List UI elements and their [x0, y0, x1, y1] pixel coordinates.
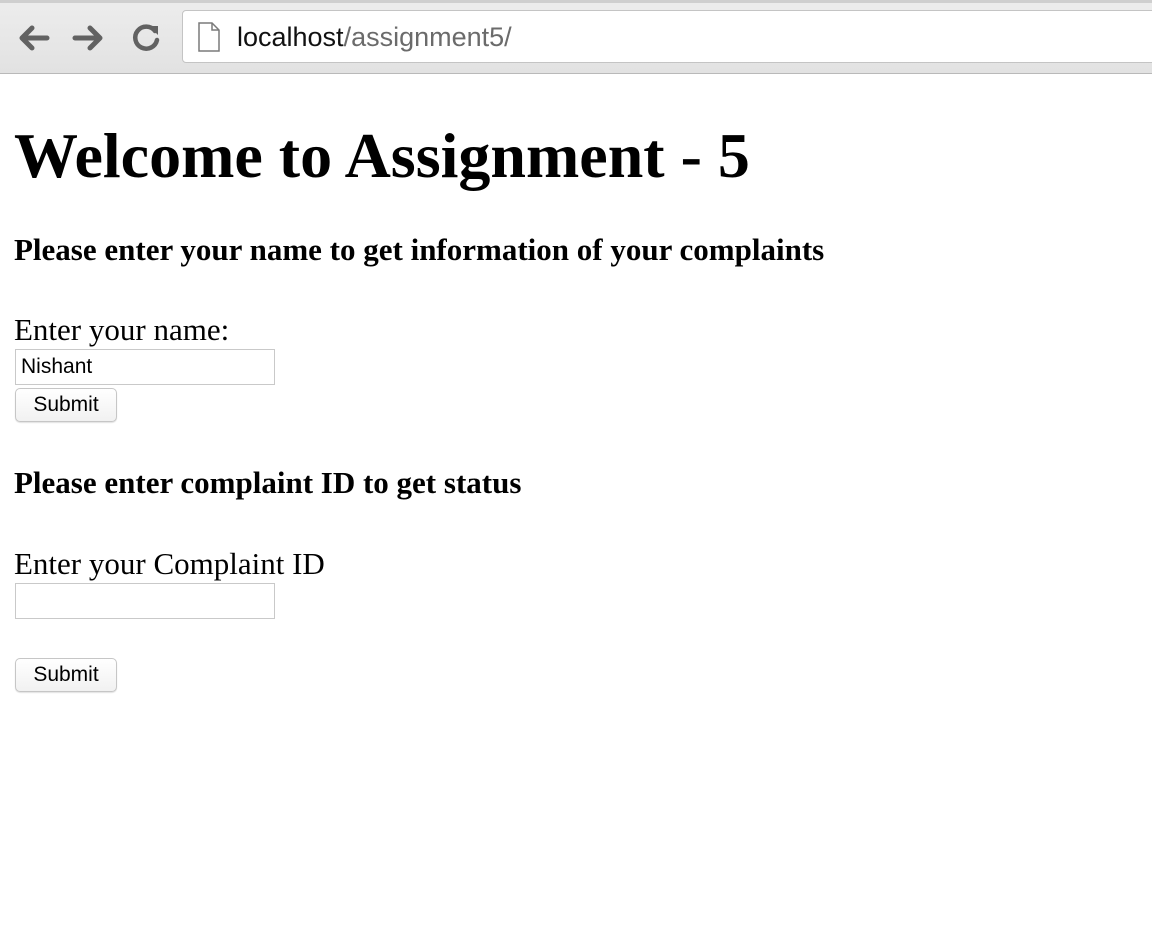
url-path: /assignment5/	[343, 22, 512, 52]
url-text: localhost/assignment5/	[237, 21, 512, 53]
tab-strip	[0, 0, 1152, 3]
browser-toolbar: localhost/assignment5/	[0, 0, 1152, 74]
back-button[interactable]	[15, 20, 51, 56]
reload-icon	[133, 24, 160, 51]
reload-button[interactable]	[128, 20, 164, 56]
complaint-id-label: Enter your Complaint ID	[14, 546, 325, 581]
forward-arrow-icon	[72, 25, 103, 51]
complaint-id-input[interactable]	[15, 583, 275, 619]
complaint-section-heading: Please enter complaint ID to get status	[14, 465, 522, 500]
url-host: localhost	[237, 22, 344, 52]
name-label: Enter your name:	[14, 312, 230, 347]
address-bar[interactable]: localhost/assignment5/	[182, 10, 1152, 63]
page-title: Welcome to Assignment - 5	[14, 120, 750, 191]
forward-button[interactable]	[71, 20, 107, 56]
name-section-heading: Please enter your name to get informatio…	[14, 232, 825, 267]
name-input[interactable]	[15, 349, 275, 385]
complaint-submit-button[interactable]: Submit	[15, 658, 117, 692]
name-submit-button[interactable]: Submit	[15, 388, 117, 422]
page-icon	[198, 22, 220, 52]
back-arrow-icon	[19, 25, 50, 51]
